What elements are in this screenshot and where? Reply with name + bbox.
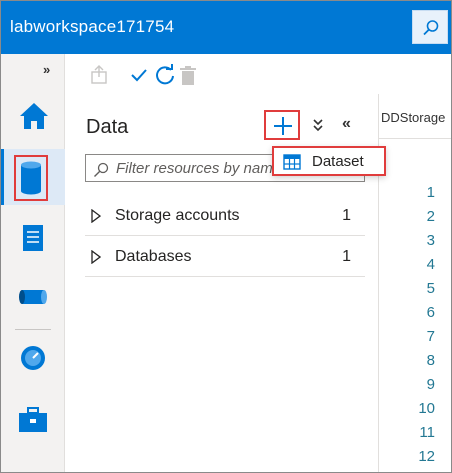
editor-tab[interactable]: DDStorage bbox=[381, 110, 445, 125]
document-icon bbox=[23, 225, 43, 251]
nav-develop[interactable] bbox=[1, 212, 65, 268]
expand-nav-button[interactable]: » bbox=[43, 62, 50, 77]
toolbar bbox=[66, 54, 451, 94]
toolbox-icon bbox=[19, 407, 47, 432]
nav-data[interactable] bbox=[1, 149, 65, 205]
nav-integrate[interactable] bbox=[1, 268, 65, 324]
collapse-all-icon bbox=[313, 119, 323, 132]
checkmark-icon[interactable] bbox=[130, 68, 148, 82]
trash-icon[interactable] bbox=[180, 66, 196, 86]
line-number: 1 bbox=[426, 184, 435, 201]
add-resource-button[interactable] bbox=[264, 110, 300, 140]
tree-row-label: Databases bbox=[115, 248, 192, 265]
nav-home[interactable] bbox=[1, 88, 65, 144]
editor-tab-divider bbox=[379, 138, 451, 139]
top-bar: labworkspace171754 bbox=[1, 1, 451, 54]
line-number: 11 bbox=[419, 424, 435, 441]
pipeline-icon bbox=[19, 290, 47, 304]
add-menu-dropdown: Dataset bbox=[272, 146, 386, 176]
plus-icon bbox=[274, 117, 292, 135]
panel-title: Data bbox=[86, 116, 129, 138]
search-icon bbox=[423, 20, 439, 36]
expand-caret-icon[interactable] bbox=[91, 250, 101, 264]
left-nav: » bbox=[1, 54, 65, 472]
line-number: 7 bbox=[426, 328, 435, 345]
line-number: 8 bbox=[426, 352, 435, 369]
line-number: 4 bbox=[426, 256, 435, 273]
nav-monitor[interactable] bbox=[1, 332, 65, 388]
line-number: 3 bbox=[426, 232, 435, 249]
monitor-gauge-icon bbox=[21, 346, 45, 370]
tree-row-databases[interactable]: Databases 1 bbox=[85, 237, 365, 277]
line-number: 10 bbox=[418, 400, 435, 417]
line-number: 2 bbox=[426, 208, 435, 225]
line-number: 6 bbox=[426, 304, 435, 321]
line-number: 5 bbox=[426, 280, 435, 297]
collapse-all-button[interactable] bbox=[312, 118, 324, 135]
line-number: 9 bbox=[426, 376, 435, 393]
expand-caret-icon[interactable] bbox=[91, 209, 101, 223]
close-panel-button[interactable]: « bbox=[342, 115, 351, 133]
home-icon bbox=[20, 103, 48, 129]
nav-manage[interactable] bbox=[1, 392, 65, 448]
refresh-icon[interactable] bbox=[154, 64, 176, 86]
tree-row-label: Storage accounts bbox=[115, 207, 240, 224]
nav-divider bbox=[15, 329, 51, 330]
tree-row-count: 1 bbox=[342, 207, 351, 224]
editor-pane: DDStorage 1 2 3 4 5 6 7 8 9 10 11 12 bbox=[379, 94, 451, 472]
tree-row-storage-accounts[interactable]: Storage accounts 1 bbox=[85, 196, 365, 236]
publish-icon[interactable] bbox=[90, 64, 108, 84]
tree-row-count: 1 bbox=[342, 248, 351, 265]
menu-item-dataset[interactable]: Dataset bbox=[312, 153, 364, 170]
search-button[interactable] bbox=[412, 10, 448, 44]
database-icon bbox=[21, 161, 41, 195]
line-number: 12 bbox=[418, 448, 435, 465]
filter-search-icon bbox=[94, 162, 109, 177]
table-icon bbox=[283, 154, 301, 170]
workspace-title[interactable]: labworkspace171754 bbox=[10, 17, 174, 37]
